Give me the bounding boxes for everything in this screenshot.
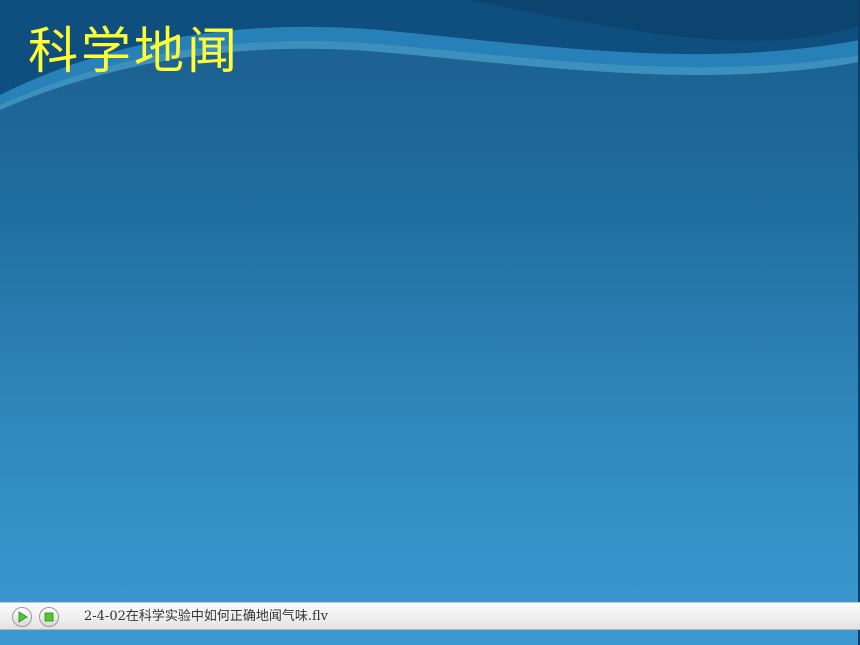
stop-button[interactable] — [39, 607, 59, 627]
play-button[interactable] — [12, 607, 32, 627]
stop-icon — [44, 612, 54, 622]
slide: 科学地闻 2-4-02在科学实验中如何正确地闻气味.flv — [0, 0, 860, 645]
media-player-bar: 2-4-02在科学实验中如何正确地闻气味.flv — [0, 602, 860, 630]
media-file-name: 2-4-02在科学实验中如何正确地闻气味.flv — [84, 609, 329, 624]
play-icon — [18, 611, 28, 623]
slide-title: 科学地闻 — [28, 22, 240, 80]
